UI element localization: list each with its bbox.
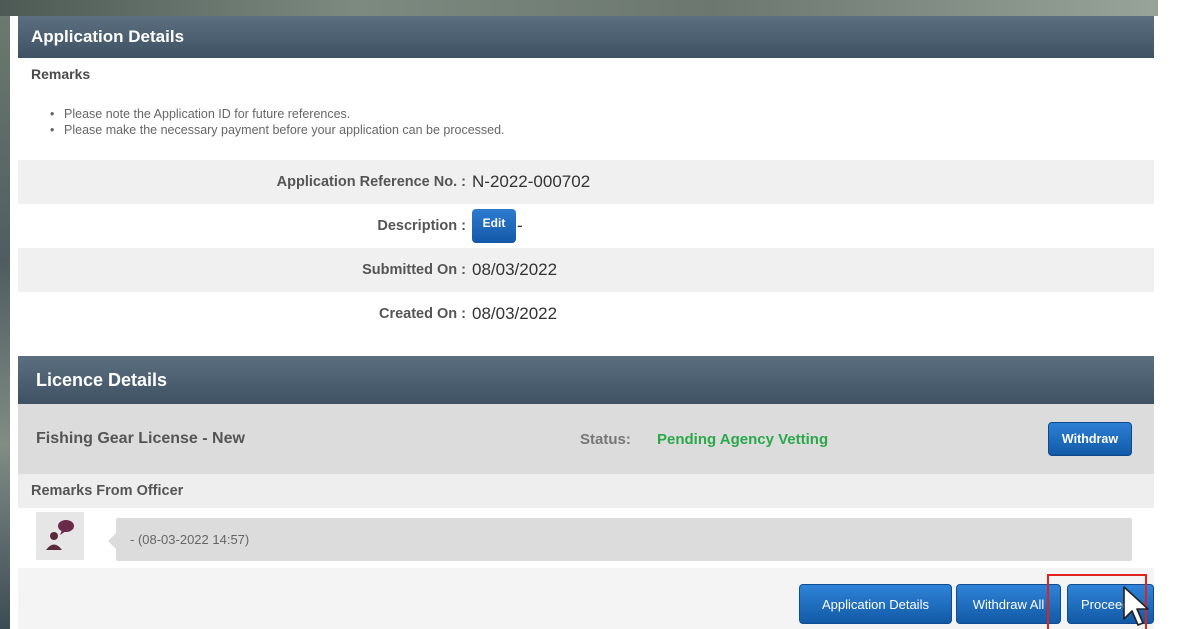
officer-comment-bubble: - (08-03-2022 14:57) xyxy=(108,518,1132,561)
right-gutter xyxy=(1158,0,1184,629)
remarks-title: Remarks xyxy=(31,66,91,82)
licence-details-header: Licence Details xyxy=(18,356,1154,404)
mouse-pointer-icon xyxy=(1123,586,1149,626)
withdraw-button[interactable]: Withdraw xyxy=(1048,422,1132,456)
note-item: Please make the necessary payment before… xyxy=(50,122,505,138)
withdraw-all-button[interactable]: Withdraw All xyxy=(956,584,1061,624)
application-details-header: Application Details xyxy=(18,16,1154,58)
submitted-row: Submitted On : 08/03/2022 xyxy=(18,248,1154,292)
description-value: - xyxy=(517,216,523,235)
edit-description-button[interactable]: Edit xyxy=(472,209,516,243)
person-speech-icon xyxy=(36,512,84,560)
background-strip xyxy=(0,0,1184,16)
remarks-notes: Please note the Application ID for futur… xyxy=(50,106,505,138)
created-label: Created On : xyxy=(378,306,466,322)
background-edge xyxy=(0,16,10,629)
application-details-button[interactable]: Application Details xyxy=(799,584,952,624)
status-label: Status: xyxy=(580,430,631,448)
reference-label: Application Reference No. : xyxy=(276,174,466,190)
status-value: Pending Agency Vetting xyxy=(657,430,829,448)
officer-comment-text: - (08-03-2022 14:57) xyxy=(130,532,250,547)
officer-comment: - (08-03-2022 14:57) xyxy=(18,508,1154,568)
note-item: Please note the Application ID for futur… xyxy=(50,106,505,122)
licence-details-title: Licence Details xyxy=(36,369,168,390)
description-row: Description : Edit - xyxy=(18,204,1154,248)
licence-row: Fishing Gear License - New Status: Pendi… xyxy=(18,404,1154,474)
officer-remarks-title: Remarks From Officer xyxy=(18,474,1154,508)
reference-row: Application Reference No. : N-2022-00070… xyxy=(18,160,1154,204)
reference-value: N-2022-000702 xyxy=(472,172,591,191)
description-label: Description : xyxy=(377,218,466,234)
submitted-value: 08/03/2022 xyxy=(472,260,558,279)
application-page: Application Details Remarks Please note … xyxy=(10,16,1158,629)
licence-name: Fishing Gear License - New xyxy=(36,430,245,447)
created-value: 08/03/2022 xyxy=(472,304,558,323)
action-footer: Application Details Withdraw All Proceed xyxy=(18,568,1154,629)
application-details-title: Application Details xyxy=(31,27,185,46)
submitted-label: Submitted On : xyxy=(362,262,466,278)
created-row: Created On : 08/03/2022 xyxy=(18,292,1154,336)
